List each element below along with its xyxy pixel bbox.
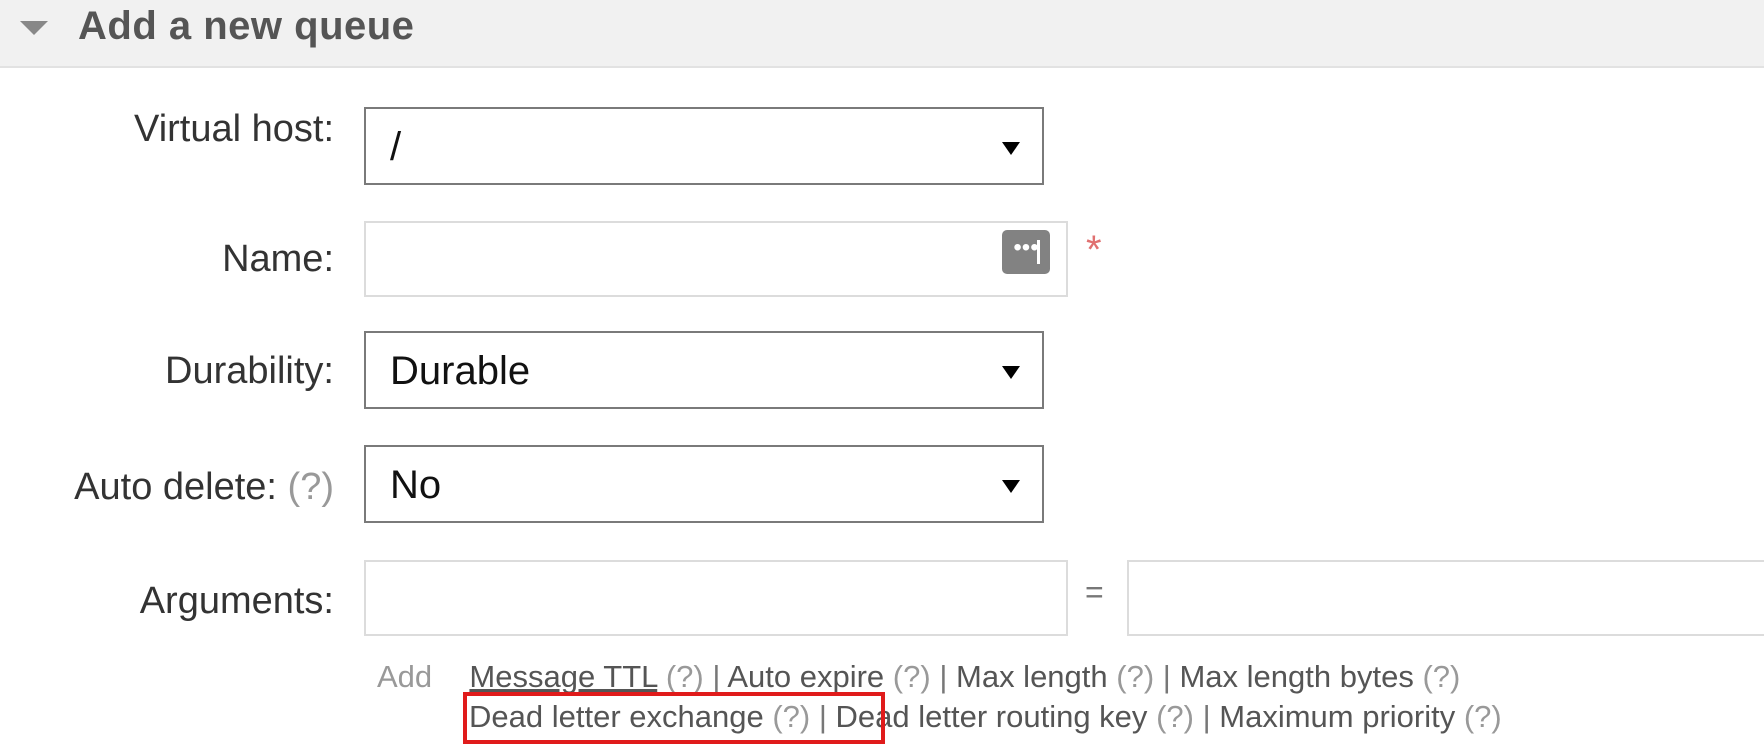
auto-delete-value: No bbox=[390, 463, 442, 507]
section-title: Add a new queue bbox=[78, 4, 415, 48]
password-manager-icon[interactable]: ••• bbox=[1002, 230, 1050, 274]
section-header[interactable]: Add a new queue bbox=[0, 0, 1764, 68]
name-input[interactable] bbox=[364, 221, 1068, 297]
auto-delete-label: Auto delete: (?) bbox=[74, 466, 334, 509]
separator: | bbox=[939, 659, 948, 694]
auto-expire-help[interactable]: (?) bbox=[893, 659, 931, 694]
max-length-bytes-help[interactable]: (?) bbox=[1422, 659, 1460, 694]
separator: | bbox=[1202, 699, 1211, 734]
auto-delete-label-text: Auto delete: bbox=[74, 466, 277, 508]
argument-key-input[interactable] bbox=[364, 560, 1068, 636]
message-ttl-link[interactable]: Message TTL bbox=[469, 659, 657, 694]
argument-value-input[interactable] bbox=[1127, 560, 1764, 636]
separator: | bbox=[712, 659, 721, 694]
durability-value: Durable bbox=[390, 349, 531, 393]
durability-select[interactable]: Durable bbox=[364, 331, 1044, 409]
equals-sign: = bbox=[1085, 574, 1104, 610]
virtual-host-value: / bbox=[390, 125, 402, 169]
add-argument-button[interactable]: Add bbox=[377, 659, 432, 694]
max-length-link[interactable]: Max length bbox=[956, 659, 1108, 694]
maximum-priority-help[interactable]: (?) bbox=[1464, 699, 1502, 734]
virtual-host-label: Virtual host: bbox=[134, 108, 334, 150]
maximum-priority-link[interactable]: Maximum priority bbox=[1219, 699, 1455, 734]
arguments-label: Arguments: bbox=[139, 580, 334, 622]
max-length-help[interactable]: (?) bbox=[1116, 659, 1154, 694]
dropdown-arrow-icon bbox=[1002, 480, 1020, 493]
durability-label: Durability: bbox=[165, 350, 334, 392]
dropdown-arrow-icon bbox=[1002, 366, 1020, 379]
argument-shortcuts-line-1: Add Message TTL (?) | Auto expire (?) | … bbox=[377, 658, 1460, 696]
highlight-box bbox=[463, 692, 885, 744]
dead-letter-routing-key-help[interactable]: (?) bbox=[1156, 699, 1194, 734]
triangle-down-icon[interactable] bbox=[20, 21, 48, 35]
auto-delete-help[interactable]: (?) bbox=[288, 466, 334, 508]
message-ttl-help[interactable]: (?) bbox=[666, 659, 704, 694]
auto-delete-select[interactable]: No bbox=[364, 445, 1044, 523]
required-marker: * bbox=[1086, 228, 1102, 272]
auto-expire-link[interactable]: Auto expire bbox=[727, 659, 884, 694]
name-label: Name: bbox=[222, 238, 334, 280]
max-length-bytes-link[interactable]: Max length bytes bbox=[1179, 659, 1413, 694]
dropdown-arrow-icon bbox=[1002, 142, 1020, 155]
separator: | bbox=[1162, 659, 1171, 694]
virtual-host-select[interactable]: / bbox=[364, 107, 1044, 185]
